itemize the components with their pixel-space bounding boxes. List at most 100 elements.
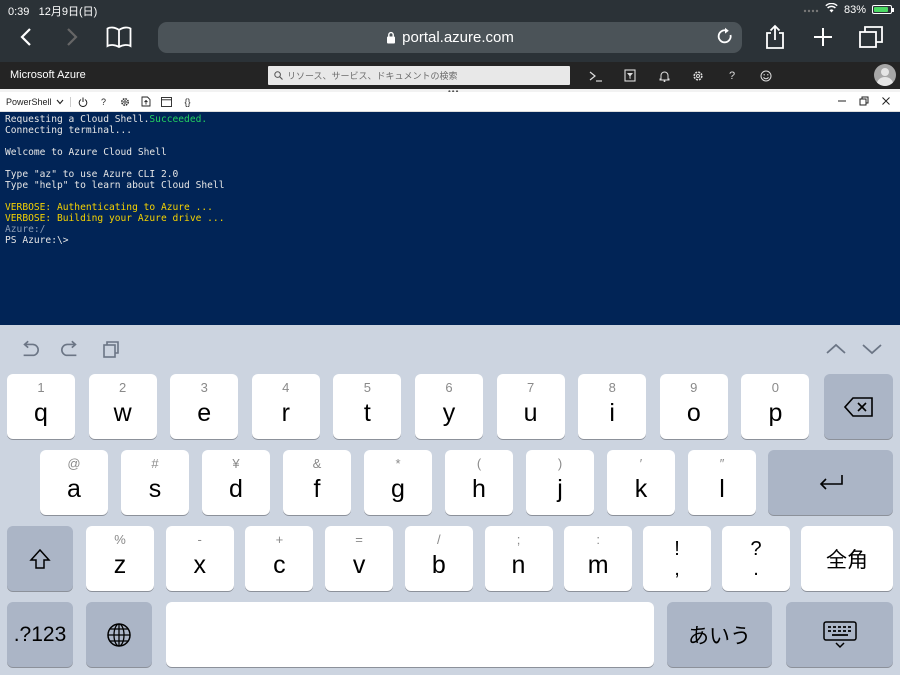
- key-hint: ″: [719, 456, 725, 471]
- minimize-button[interactable]: [836, 95, 848, 107]
- signal-dots-icon: [803, 4, 819, 16]
- chevron-up-icon: [826, 343, 846, 354]
- cloud-shell-icon[interactable]: [586, 66, 606, 85]
- url-text: portal.azure.com: [402, 29, 514, 46]
- dismiss-keyboard-key[interactable]: [786, 602, 893, 667]
- key-label: p: [768, 399, 783, 427]
- previous-field-button[interactable]: [826, 339, 846, 359]
- key-z[interactable]: % z: [86, 526, 154, 591]
- key-f[interactable]: & f: [283, 450, 351, 515]
- paste-button[interactable]: [101, 339, 121, 359]
- zenkaku-key[interactable]: 全角: [801, 526, 893, 591]
- key-label: u: [523, 399, 538, 427]
- key-t[interactable]: 5t: [333, 374, 402, 439]
- terminal-path: Azure:/: [5, 224, 46, 235]
- help-icon: ?: [101, 96, 107, 107]
- key-label: e: [197, 399, 212, 427]
- bookmarks-button[interactable]: [104, 22, 134, 52]
- reload-button[interactable]: [716, 27, 734, 51]
- key-label: z: [113, 551, 127, 579]
- key-label: f: [313, 475, 321, 503]
- gear-icon: [120, 97, 129, 106]
- delete-key[interactable]: [824, 374, 893, 439]
- book-icon: [106, 26, 132, 48]
- smiley-icon[interactable]: [756, 66, 776, 85]
- next-field-button[interactable]: [862, 339, 882, 359]
- key-hint: =: [355, 532, 363, 547]
- key-b[interactable]: / b: [404, 526, 473, 591]
- key-n[interactable]: ; n: [484, 526, 553, 591]
- key-i[interactable]: 8i: [578, 374, 647, 439]
- key-o[interactable]: 9o: [659, 374, 728, 439]
- braces-button[interactable]: {}: [179, 94, 197, 110]
- terminal-verbose: VERBOSE: Building your Azure drive ...: [5, 213, 225, 224]
- close-icon: [882, 97, 890, 105]
- shell-selector-label: PowerShell: [6, 96, 52, 107]
- key-q[interactable]: 1q: [7, 374, 75, 439]
- close-button[interactable]: [880, 95, 892, 107]
- key-s[interactable]: # s: [121, 450, 189, 515]
- azure-search-input[interactable]: リソース、サービス、ドキュメントの検索: [268, 66, 570, 85]
- key-hint: ¥: [232, 456, 240, 471]
- key-d[interactable]: ¥ d: [202, 450, 270, 515]
- globe-key[interactable]: [86, 602, 152, 667]
- back-button[interactable]: [14, 22, 38, 52]
- shell-help-button[interactable]: ?: [95, 94, 113, 110]
- search-placeholder: リソース、サービス、ドキュメントの検索: [287, 71, 458, 81]
- key-w[interactable]: 2w: [88, 374, 157, 439]
- return-key[interactable]: [768, 450, 893, 515]
- key-u[interactable]: 7u: [496, 374, 565, 439]
- key-label: a: [67, 475, 81, 503]
- numbers-label: .?123: [13, 622, 67, 646]
- question-period-key[interactable]: ?.: [722, 526, 790, 591]
- key-h[interactable]: (h: [445, 450, 513, 515]
- gear-icon[interactable]: [688, 66, 708, 85]
- key-k[interactable]: ′ k: [607, 450, 675, 515]
- upload-download-button[interactable]: [137, 94, 155, 110]
- shift-key[interactable]: [7, 526, 73, 591]
- exclaim-comma-key[interactable]: !,: [643, 526, 711, 591]
- key-y[interactable]: 6y: [415, 374, 483, 439]
- key-g[interactable]: * g: [364, 450, 432, 515]
- maximize-button[interactable]: [858, 95, 870, 107]
- numbers-key[interactable]: .?123: [7, 602, 73, 667]
- avatar[interactable]: [874, 64, 896, 86]
- key-label: y: [442, 399, 456, 427]
- azure-brand[interactable]: Microsoft Azure: [10, 69, 86, 81]
- key-v[interactable]: = v: [325, 526, 394, 591]
- forward-button[interactable]: [60, 22, 84, 52]
- new-tab-button[interactable]: [810, 22, 836, 52]
- key-r[interactable]: 4r: [251, 374, 320, 439]
- tabs-button[interactable]: [858, 22, 884, 52]
- shortcut-bar: [0, 325, 900, 373]
- key-x[interactable]: -x: [165, 526, 234, 591]
- shell-settings-button[interactable]: [116, 94, 134, 110]
- space-key[interactable]: [166, 602, 654, 667]
- bell-icon[interactable]: [654, 66, 674, 85]
- help-icon[interactable]: ?: [722, 66, 742, 85]
- directory-filter-icon[interactable]: [620, 66, 640, 85]
- key-m[interactable]: :m: [564, 526, 633, 591]
- battery-icon: [872, 5, 894, 14]
- restore-icon: [859, 96, 869, 106]
- key-l[interactable]: ″ l: [688, 450, 756, 515]
- key-p[interactable]: 0p: [741, 374, 810, 439]
- key-c[interactable]: + c: [245, 526, 314, 591]
- key-e[interactable]: 3e: [170, 374, 239, 439]
- open-editor-button[interactable]: [158, 94, 176, 110]
- key-j[interactable]: ) j: [526, 450, 594, 515]
- redo-button[interactable]: [60, 339, 80, 359]
- key-hint: &: [312, 456, 322, 471]
- terminal-output[interactable]: Requesting a Cloud Shell.Succeeded. Conn…: [0, 112, 900, 325]
- keyboard-hide-icon: [822, 620, 857, 648]
- terminal-line: Requesting a Cloud Shell.: [5, 114, 150, 125]
- key-a[interactable]: @ a: [40, 450, 108, 515]
- kana-key[interactable]: あいう: [667, 602, 772, 667]
- shell-selector[interactable]: PowerShell: [6, 96, 71, 107]
- undo-button[interactable]: [20, 339, 40, 359]
- share-button[interactable]: [762, 22, 788, 52]
- restart-button[interactable]: [74, 94, 92, 110]
- address-bar[interactable]: portal.azure.com: [158, 22, 742, 53]
- redo-icon: [61, 340, 77, 357]
- key-label: l: [719, 475, 725, 503]
